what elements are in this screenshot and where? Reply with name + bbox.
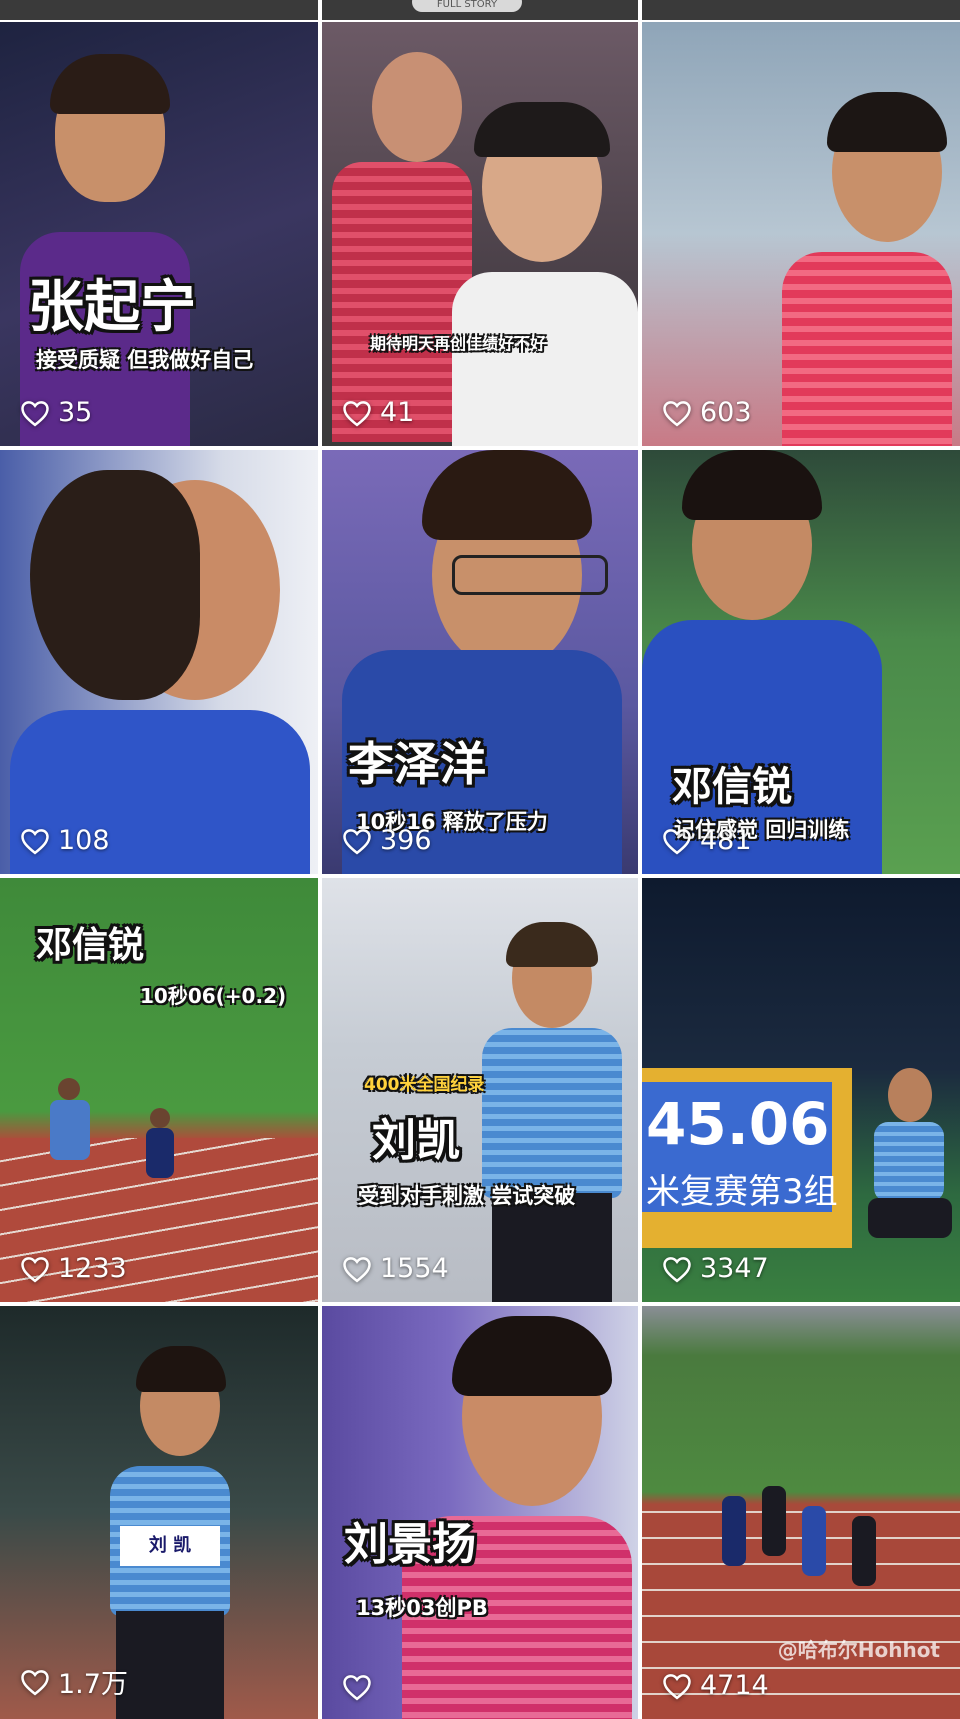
video-title: 张起宁: [28, 275, 196, 340]
like-count: 4714: [662, 1670, 769, 1701]
video-tile[interactable]: 邓信锐 记住感觉 回归训练 481: [642, 450, 960, 874]
video-subtitle: 受到对手刺激 尝试突破: [358, 1184, 576, 1208]
heart-icon: [342, 1673, 372, 1701]
video-subtitle: 13秒03创PB: [356, 1596, 488, 1620]
video-subtitle: 接受质疑 但我做好自己: [36, 348, 254, 372]
like-count-value: 41: [380, 397, 415, 428]
like-count: 481: [662, 825, 752, 856]
heart-icon: [662, 1672, 692, 1700]
heart-icon: [662, 827, 692, 855]
heart-icon: [662, 399, 692, 427]
like-count-value: 35: [58, 397, 93, 428]
like-count-value: 108: [58, 825, 110, 856]
heart-icon: [342, 399, 372, 427]
like-count: [342, 1673, 380, 1701]
like-count-value: 481: [700, 825, 752, 856]
video-tile[interactable]: 邓信锐 10秒06(+0.2) 1233: [0, 878, 318, 1302]
video-title: 李泽洋: [348, 737, 486, 791]
heart-icon: [20, 827, 50, 855]
like-count: 603: [662, 397, 752, 428]
video-tile[interactable]: 45.06 米复赛第3组 3347: [642, 878, 960, 1302]
heart-icon: [20, 1668, 50, 1696]
board-number: 45.06: [646, 1090, 830, 1158]
runner-figure: [140, 1108, 180, 1218]
like-count-value: 1554: [380, 1253, 449, 1284]
video-title: 邓信锐: [36, 925, 145, 966]
video-tile[interactable]: 张起宁 接受质疑 但我做好自己 35: [0, 22, 318, 446]
heart-icon: [662, 1255, 692, 1283]
heart-icon: [20, 1255, 50, 1283]
previous-row-strip[interactable]: FULL STORY: [322, 0, 638, 20]
athlete-figure: [472, 922, 632, 1302]
score-board: 45.06 米复赛第3组: [642, 1068, 852, 1248]
like-count: 3347: [662, 1253, 769, 1284]
reporter-figure: [452, 102, 638, 446]
like-count: 108: [20, 825, 110, 856]
watermark-text: @哈布尔Hohhot: [777, 1638, 940, 1662]
video-tile[interactable]: 603: [642, 22, 960, 446]
like-count-value: 603: [700, 397, 752, 428]
like-count-value: 1.7万: [58, 1669, 128, 1700]
previous-row-strip[interactable]: [0, 0, 318, 20]
race-bib: 刘 凯: [120, 1526, 220, 1566]
runner-figure: [722, 1486, 882, 1596]
video-tile[interactable]: 刘 凯 1.7万: [0, 1306, 318, 1719]
video-tile[interactable]: 108: [0, 450, 318, 874]
like-count: 1.7万: [20, 1662, 128, 1701]
heart-icon: [342, 1255, 372, 1283]
athlete-figure: [332, 42, 472, 442]
previous-row-strip[interactable]: [642, 0, 960, 20]
video-tile[interactable]: 刘景扬 13秒03创PB: [322, 1306, 638, 1719]
video-tile[interactable]: 李泽洋 10秒16 释放了压力 396: [322, 450, 638, 874]
like-count-value: 3347: [700, 1253, 769, 1284]
like-count: 1233: [20, 1253, 127, 1284]
video-title: 刘景扬: [344, 1519, 476, 1570]
heart-icon: [342, 827, 372, 855]
record-tag: 400米全国纪录: [364, 1075, 485, 1095]
full-story-label: FULL STORY: [412, 0, 522, 12]
video-title: 邓信锐: [672, 764, 792, 810]
video-subtitle: 10秒06(+0.2): [140, 984, 287, 1008]
heart-icon: [20, 399, 50, 427]
athlete-figure: [858, 1068, 958, 1268]
athlete-figure: [722, 82, 952, 446]
video-tile[interactable]: 400米全国纪录 刘凯 受到对手刺激 尝试突破 1554: [322, 878, 638, 1302]
like-count: 1554: [342, 1253, 449, 1284]
like-count-value: 1233: [58, 1253, 127, 1284]
like-count-value: 396: [380, 825, 432, 856]
athlete-figure: [10, 460, 310, 874]
like-count: 35: [20, 397, 92, 428]
like-count: 41: [342, 397, 414, 428]
like-count-value: 4714: [700, 1670, 769, 1701]
video-subtitle: 期待明天再创佳绩好不好: [370, 334, 547, 353]
video-tile[interactable]: 期待明天再创佳绩好不好 41: [322, 22, 638, 446]
video-tile[interactable]: @哈布尔Hohhot 4714: [642, 1306, 960, 1719]
video-title: 刘凯: [372, 1115, 460, 1166]
video-grid: FULL STORY 张起宁 接受质疑 但我做好自己 35 期待明天再创佳绩好不…: [0, 0, 960, 1719]
runner-figure: [40, 1078, 100, 1228]
board-caption: 米复赛第3组: [646, 1172, 838, 1212]
athlete-figure: [20, 54, 190, 446]
like-count: 396: [342, 825, 432, 856]
